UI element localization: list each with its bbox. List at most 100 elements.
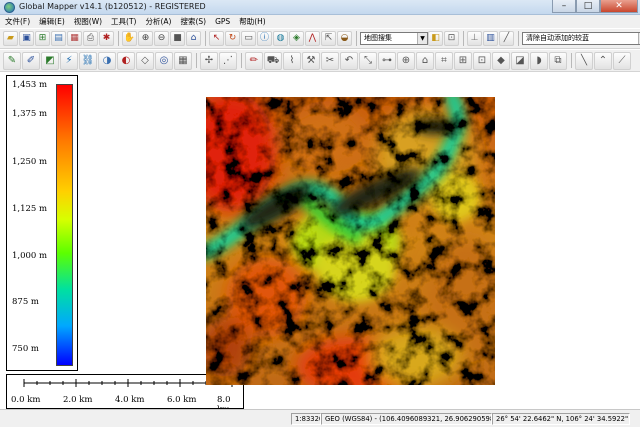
cut-icon[interactable]: ✂ — [321, 51, 339, 70]
legend-label: 1,250 m — [12, 157, 48, 167]
layer-dropdown[interactable]: 地图搜集 ▼ — [360, 32, 428, 45]
draw-line-icon[interactable]: ╲ — [575, 51, 593, 70]
menu-gps[interactable]: GPS — [215, 17, 230, 26]
toolbar-separator — [463, 31, 464, 46]
menu-analysis[interactable]: 分析(A) — [145, 16, 171, 27]
measure-icon[interactable]: ▭ — [241, 31, 256, 46]
main-toolbar: ▰ ▣ ⊞ ▤ ▦ ⎙ ✱ ✋ ⊕ ⊖ ■ ⌂ ↖ ↻ ▭ ⓘ ◍ ◈ ⋀ ⇱ … — [0, 28, 640, 49]
join-icon[interactable]: ⊶ — [378, 51, 396, 70]
action-dropdown[interactable]: 清除自动添加的较蓝 ▼ — [522, 32, 640, 45]
close-button[interactable]: ✕ — [600, 0, 638, 13]
scale-label: 0.0 km — [11, 395, 41, 405]
menu-search[interactable]: 搜索(S) — [180, 16, 206, 27]
feature-info-icon[interactable]: ⊡ — [444, 31, 459, 46]
workspace-icon[interactable]: ▤ — [51, 31, 66, 46]
legend-label: 875 m — [12, 297, 39, 307]
action-dropdown-value: 清除自动添加的较蓝 — [526, 34, 589, 42]
chevron-down-icon[interactable]: ▼ — [417, 33, 427, 44]
draw-icon[interactable]: ╱ — [499, 31, 514, 46]
open-folder-icon[interactable]: ▰ — [3, 31, 18, 46]
legend-label: 1,125 m — [12, 204, 48, 214]
legend-label: 1,375 m — [12, 109, 48, 119]
path-icon[interactable]: ⟋ — [613, 51, 631, 70]
legend-label: 750 m — [12, 344, 39, 354]
menu-file[interactable]: 文件(F) — [5, 16, 30, 27]
raster-tool-icon[interactable]: ⊥ — [467, 31, 482, 46]
layer-properties-icon[interactable]: ▥ — [483, 31, 498, 46]
map-view[interactable]: 1,453 m 1,375 m 1,250 m 1,125 m 1,000 m … — [0, 72, 640, 415]
edit-feature-icon[interactable]: ✎ — [3, 51, 21, 70]
buffer-icon[interactable]: ⌂ — [416, 51, 434, 70]
open-data-icon[interactable]: ⊞ — [35, 31, 50, 46]
zoom-out-icon[interactable]: ⊖ — [154, 31, 169, 46]
catalog-icon[interactable]: ▦ — [67, 31, 82, 46]
create-point-icon[interactable]: ⛓ — [79, 51, 97, 70]
edit-vertex-icon[interactable]: ✐ — [22, 51, 40, 70]
range-ring-icon[interactable]: ◎ — [155, 51, 173, 70]
create-line-icon[interactable]: ⚡ — [60, 51, 78, 70]
feature-grid-icon[interactable]: ⊞ — [454, 51, 472, 70]
maximize-button[interactable]: □ — [576, 0, 600, 13]
path-profile-icon[interactable]: ⋀ — [305, 31, 320, 46]
zoom-in-icon[interactable]: ⊕ — [138, 31, 153, 46]
print-icon[interactable]: ⎙ — [83, 31, 98, 46]
polyline-icon[interactable]: ⌃ — [594, 51, 612, 70]
overlay-control-icon[interactable]: ◧ — [428, 31, 443, 46]
pan-hand-icon[interactable]: ✋ — [122, 31, 137, 46]
pencil-icon[interactable]: ✏ — [245, 51, 263, 70]
select-icon[interactable]: ⇱ — [321, 31, 336, 46]
menu-view[interactable]: 视图(W) — [74, 16, 102, 27]
status-dms-coordinates: 26° 54' 22.6462" N, 106° 24' 34.5922" E — [492, 413, 630, 425]
toolbar-separator — [356, 31, 357, 46]
full-view-icon[interactable]: ■ — [170, 31, 185, 46]
status-coordinates: GEO (WGS84) - (106.4096089321, 26.906290… — [321, 413, 492, 425]
menu-edit[interactable]: 编辑(E) — [39, 16, 65, 27]
window-controls: – □ ✕ — [552, 0, 638, 14]
menu-help[interactable]: 帮助(H) — [239, 16, 266, 27]
save-icon[interactable]: ▣ — [19, 31, 34, 46]
crop-icon[interactable]: ⌗ — [435, 51, 453, 70]
legend-label: 1,000 m — [12, 251, 48, 261]
home-icon[interactable]: ⌂ — [186, 31, 201, 46]
legend-label: 1,453 m — [12, 80, 48, 90]
split-line-icon[interactable]: ⋰ — [219, 51, 237, 70]
toolbar-separator — [196, 53, 197, 68]
reshape-icon[interactable]: ⤡ — [359, 51, 377, 70]
layer-dropdown-value: 地图搜集 — [364, 34, 392, 42]
create-text-icon[interactable]: ◑ — [98, 51, 116, 70]
map-tool-icon[interactable]: ◒ — [337, 31, 352, 46]
move-vertex-icon[interactable]: ✢ — [200, 51, 218, 70]
digitizer-toolbar: ✎ ✐ ◩ ⚡ ⛓ ◑ ◐ ◇ ◎ ▦ ✢ ⋰ ✏ ⛟ ⌇ ⚒ ✂ ↶ ⤡ ⊶ … — [0, 49, 640, 72]
title-bar: Global Mapper v14.1 (b120512) - REGISTER… — [0, 0, 640, 15]
scale-label: 6.0 km — [167, 395, 197, 405]
config-icon[interactable]: ✱ — [99, 31, 114, 46]
window-title: Global Mapper v14.1 (b120512) - REGISTER… — [19, 2, 206, 11]
snap-icon[interactable]: ⊡ — [473, 51, 491, 70]
toolbar-separator — [241, 53, 242, 68]
copy-feature-icon[interactable]: ⧉ — [549, 51, 567, 70]
fill-icon[interactable]: ◆ — [492, 51, 510, 70]
create-circle-icon[interactable]: ◐ — [117, 51, 135, 70]
view-3d-icon[interactable]: ◈ — [289, 31, 304, 46]
minimize-button[interactable]: – — [552, 0, 576, 13]
terrain-elevation-map[interactable] — [206, 97, 495, 385]
status-bar: 1:83320 GEO (WGS84) - (106.4096089321, 2… — [0, 409, 640, 427]
hammer-icon[interactable]: ⚒ — [302, 51, 320, 70]
toolbar-separator — [571, 53, 572, 68]
info-icon[interactable]: ⓘ — [257, 31, 272, 46]
undo-icon[interactable]: ↶ — [340, 51, 358, 70]
create-area-icon[interactable]: ◩ — [41, 51, 59, 70]
combine-icon[interactable]: ⊕ — [397, 51, 415, 70]
create-rectangle-icon[interactable]: ◇ — [136, 51, 154, 70]
scale-label: 4.0 km — [115, 395, 145, 405]
globe-icon[interactable]: ◍ — [273, 31, 288, 46]
elevation-color-ramp — [56, 84, 73, 366]
vehicle-icon[interactable]: ⛟ — [264, 51, 282, 70]
rotate-icon[interactable]: ↻ — [225, 31, 240, 46]
style-icon[interactable]: ◪ — [511, 51, 529, 70]
trace-icon[interactable]: ⌇ — [283, 51, 301, 70]
digitizer-cursor-icon[interactable]: ↖ — [209, 31, 224, 46]
grid-icon[interactable]: ▦ — [174, 51, 192, 70]
menu-tools[interactable]: 工具(T) — [111, 16, 136, 27]
smooth-icon[interactable]: ◗ — [530, 51, 548, 70]
